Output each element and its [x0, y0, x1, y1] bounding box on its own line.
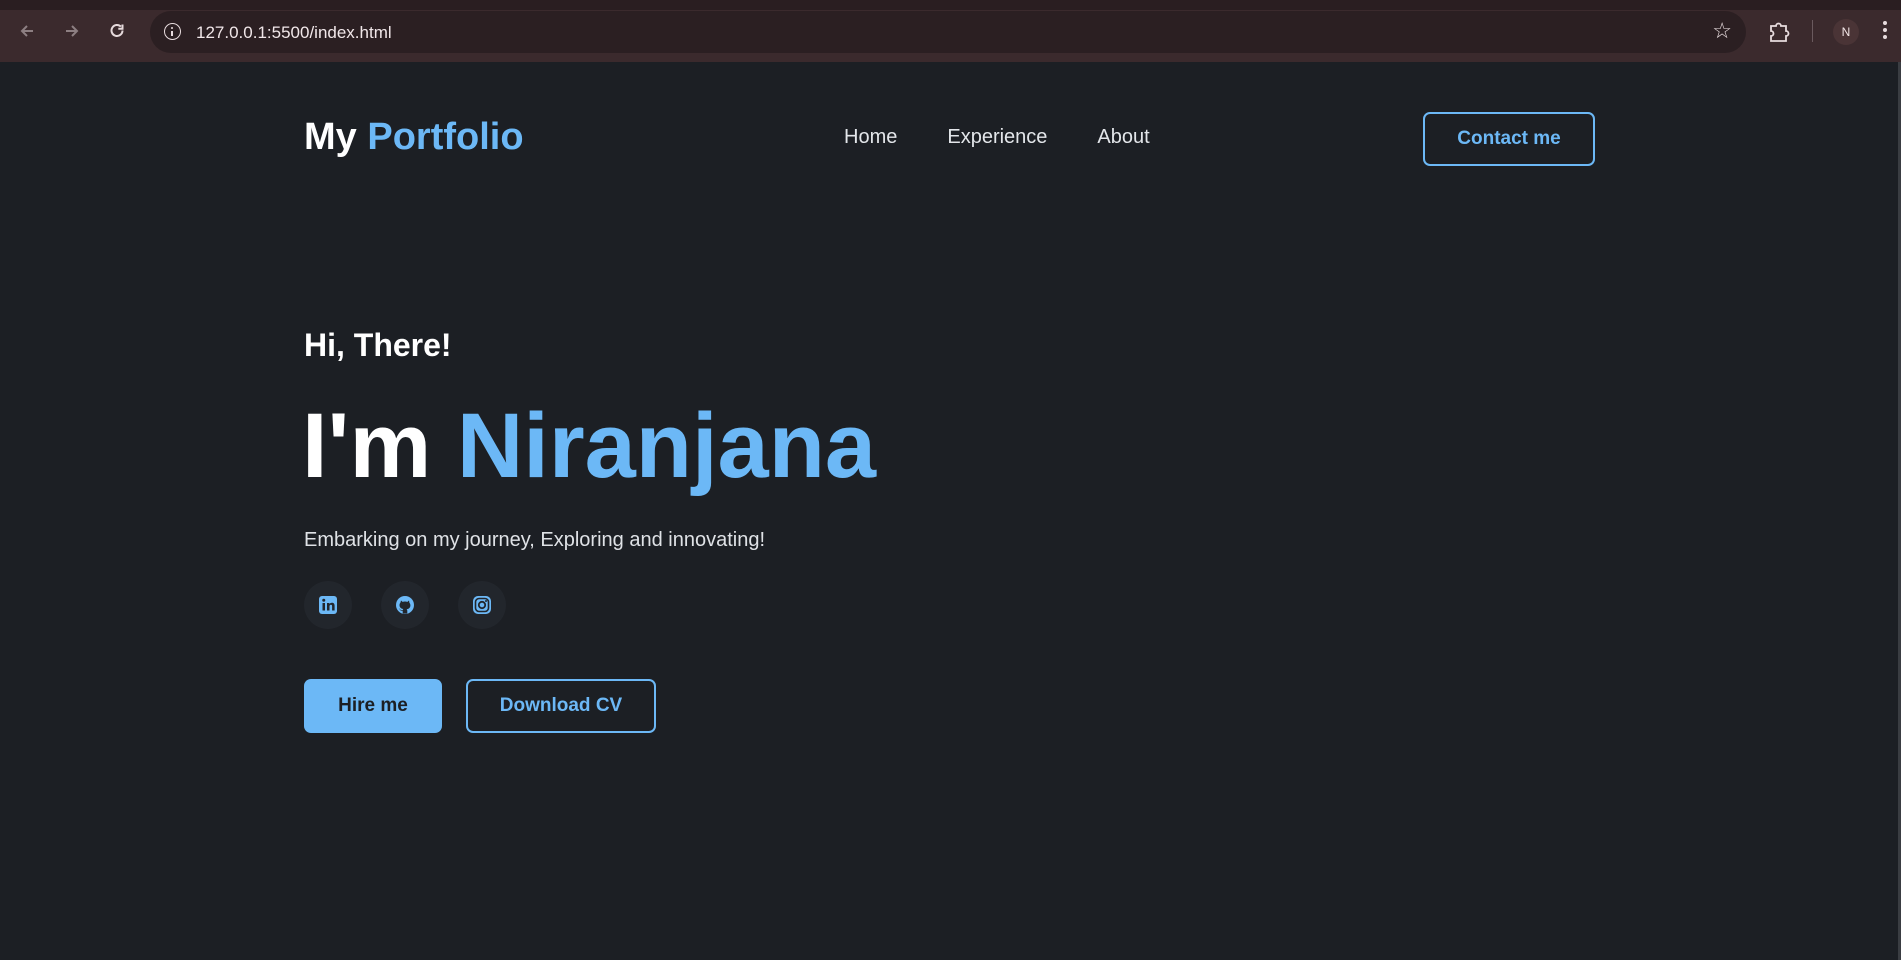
hire-me-button[interactable]: Hire me	[304, 679, 442, 733]
reload-icon[interactable]	[102, 16, 132, 46]
page-background	[0, 62, 1901, 960]
nav-link-home[interactable]: Home	[844, 126, 897, 149]
profile-avatar[interactable]: N	[1833, 19, 1859, 45]
kebab-menu-icon[interactable]	[1883, 21, 1889, 43]
hero-greeting: Hi, There!	[304, 327, 452, 363]
hero-title: I'm Niranjana	[302, 400, 876, 492]
linkedin-icon[interactable]	[304, 581, 352, 629]
nav-link-about[interactable]: About	[1097, 126, 1149, 149]
main-nav: Home Experience About	[844, 126, 1150, 149]
info-icon[interactable]	[164, 23, 181, 40]
tab-strip	[0, 0, 1901, 10]
star-icon[interactable]: ☆	[1712, 19, 1732, 43]
browser-toolbar: 127.0.0.1:5500/index.html ☆ N	[0, 0, 1901, 62]
toolbar-divider	[1812, 20, 1813, 42]
instagram-icon[interactable]	[458, 581, 506, 629]
download-cv-button[interactable]: Download CV	[466, 679, 656, 733]
logo-prefix: My	[304, 116, 357, 158]
site-logo[interactable]: My Portfolio	[304, 116, 524, 159]
hero-tagline: Embarking on my journey, Exploring and i…	[304, 529, 765, 551]
hero-name-accent: Niranjana	[456, 395, 877, 497]
url-text[interactable]: 127.0.0.1:5500/index.html	[196, 23, 392, 43]
nav-link-experience[interactable]: Experience	[947, 126, 1047, 149]
back-arrow-icon[interactable]	[12, 16, 42, 46]
contact-button[interactable]: Contact me	[1423, 112, 1595, 166]
address-bar[interactable]: 127.0.0.1:5500/index.html ☆	[150, 11, 1746, 53]
github-icon[interactable]	[381, 581, 429, 629]
hero-name-prefix: I'm	[302, 395, 432, 497]
forward-arrow-icon[interactable]	[57, 16, 87, 46]
logo-accent: Portfolio	[367, 116, 524, 158]
extensions-icon[interactable]	[1766, 18, 1792, 44]
social-links	[304, 581, 506, 629]
